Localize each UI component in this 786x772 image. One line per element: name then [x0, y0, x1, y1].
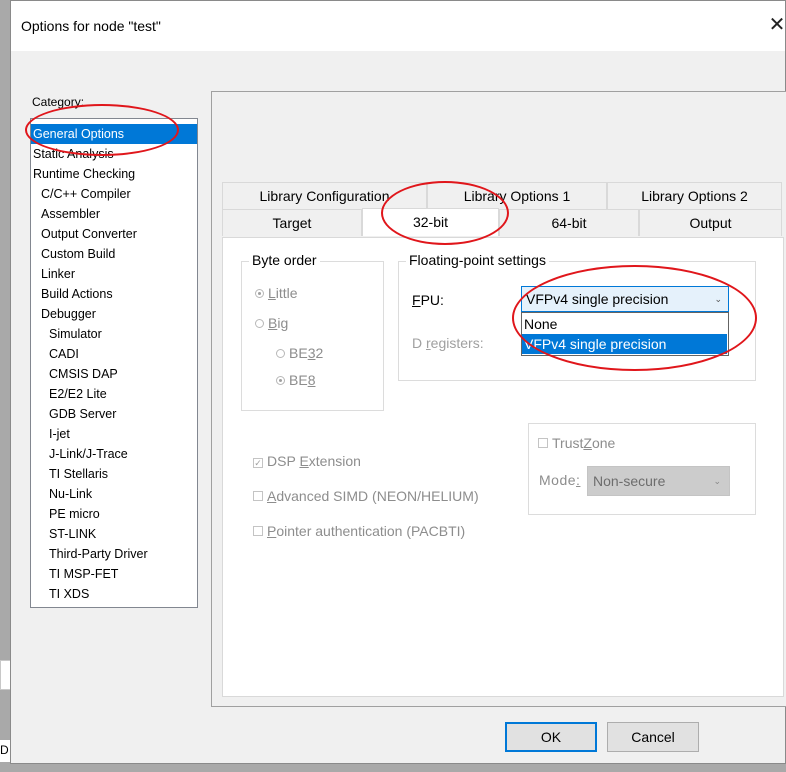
tab-library-options-1[interactable]: Library Options 1: [427, 182, 607, 209]
category-item[interactable]: Output Converter: [31, 224, 197, 244]
tab-library-options-2[interactable]: Library Options 2: [607, 182, 782, 209]
radio-be8[interactable]: BE8: [276, 372, 315, 388]
tab-library-configuration[interactable]: Library Configuration: [222, 182, 427, 209]
fpu-option-vfpv4-single[interactable]: VFPv4 single precision: [522, 334, 727, 354]
category-item[interactable]: Simulator: [31, 324, 197, 344]
radio-be32-indicator: [276, 349, 285, 358]
checkbox-indicator: [538, 438, 548, 448]
fpu-dropdown-list: None VFPv4 single precision: [521, 312, 729, 356]
checkbox-indicator: [253, 526, 263, 536]
category-item[interactable]: J-Link/J-Trace: [31, 444, 197, 464]
category-item[interactable]: ST-LINK: [31, 524, 197, 544]
radio-big[interactable]: Big: [255, 315, 288, 331]
checkbox-trustzone[interactable]: TrustZone: [536, 435, 618, 451]
category-item[interactable]: Custom Build: [31, 244, 197, 264]
dialog-title: Options for node "test": [21, 18, 161, 34]
tab-content-32-bit: Byte order Little Big BE32 BE8 Floating-…: [222, 237, 784, 697]
fpu-label: FPU:: [412, 292, 444, 308]
category-item[interactable]: Debugger: [31, 304, 197, 324]
category-item[interactable]: Assembler: [31, 204, 197, 224]
category-item[interactable]: PE micro: [31, 504, 197, 524]
checkbox-advanced-simd[interactable]: Advanced SIMD (NEON/HELIUM): [253, 488, 479, 504]
mode-select[interactable]: Non-secure ⌄: [587, 466, 730, 496]
radio-little-indicator: [255, 289, 264, 298]
category-item[interactable]: Runtime Checking: [31, 164, 197, 184]
category-item[interactable]: Third-Party Driver: [31, 544, 197, 564]
category-item[interactable]: CADI: [31, 344, 197, 364]
radio-be32[interactable]: BE32: [276, 345, 323, 361]
chevron-down-icon: ⌄: [713, 476, 721, 486]
fpu-option-none[interactable]: None: [522, 314, 727, 334]
mode-label: Mode:: [539, 472, 581, 488]
byte-order-title: Byte order: [249, 252, 320, 268]
category-item[interactable]: General Options: [31, 124, 197, 144]
radio-be8-indicator: [276, 376, 285, 385]
category-label: Category:: [32, 95, 85, 109]
floating-point-title: Floating-point settings: [406, 252, 549, 268]
category-item[interactable]: GDB Server: [31, 404, 197, 424]
checkmark-icon: ✓: [253, 458, 263, 468]
category-item[interactable]: C/C++ Compiler: [31, 184, 197, 204]
tab-32-bit[interactable]: 32-bit: [362, 208, 499, 236]
tab-target[interactable]: Target: [222, 209, 362, 236]
radio-big-indicator: [255, 319, 264, 328]
options-panel: Library Configuration Library Options 1 …: [211, 91, 786, 707]
checkbox-pointer-authentication[interactable]: Pointer authentication (PACBTI): [253, 523, 465, 539]
category-item[interactable]: Linker: [31, 264, 197, 284]
options-dialog: Options for node "test" ✕ Category: Gene…: [10, 0, 786, 764]
category-item[interactable]: TI XDS: [31, 584, 197, 604]
tab-output[interactable]: Output: [639, 209, 782, 236]
category-item[interactable]: Static Analysis: [31, 144, 197, 164]
fpu-select[interactable]: VFPv4 single precision ⌄: [521, 286, 729, 312]
category-item[interactable]: TI Stellaris: [31, 464, 197, 484]
category-item[interactable]: E2/E2 Lite: [31, 384, 197, 404]
checkbox-indicator: [253, 491, 263, 501]
radio-little[interactable]: Little: [255, 285, 298, 301]
checkbox-dsp-extension[interactable]: ✓ DSP Extension: [253, 453, 361, 469]
close-button[interactable]: ✕: [767, 15, 786, 35]
category-item[interactable]: Nu-Link: [31, 484, 197, 504]
category-item[interactable]: CMSIS DAP: [31, 364, 197, 384]
cancel-button[interactable]: Cancel: [607, 722, 699, 752]
title-bar: Options for node "test" ✕: [11, 1, 785, 51]
d-registers-label: D registers:: [412, 335, 484, 351]
category-item[interactable]: I-jet: [31, 424, 197, 444]
chevron-down-icon: ⌄: [714, 294, 722, 304]
category-list[interactable]: General Options Static Analysis Runtime Ch…: [30, 118, 198, 608]
tab-64-bit[interactable]: 64-bit: [499, 209, 639, 236]
category-item[interactable]: TI MSP-FET: [31, 564, 197, 584]
byte-order-group: [241, 261, 384, 411]
ok-button[interactable]: OK: [505, 722, 597, 752]
category-item[interactable]: Build Actions: [31, 284, 197, 304]
